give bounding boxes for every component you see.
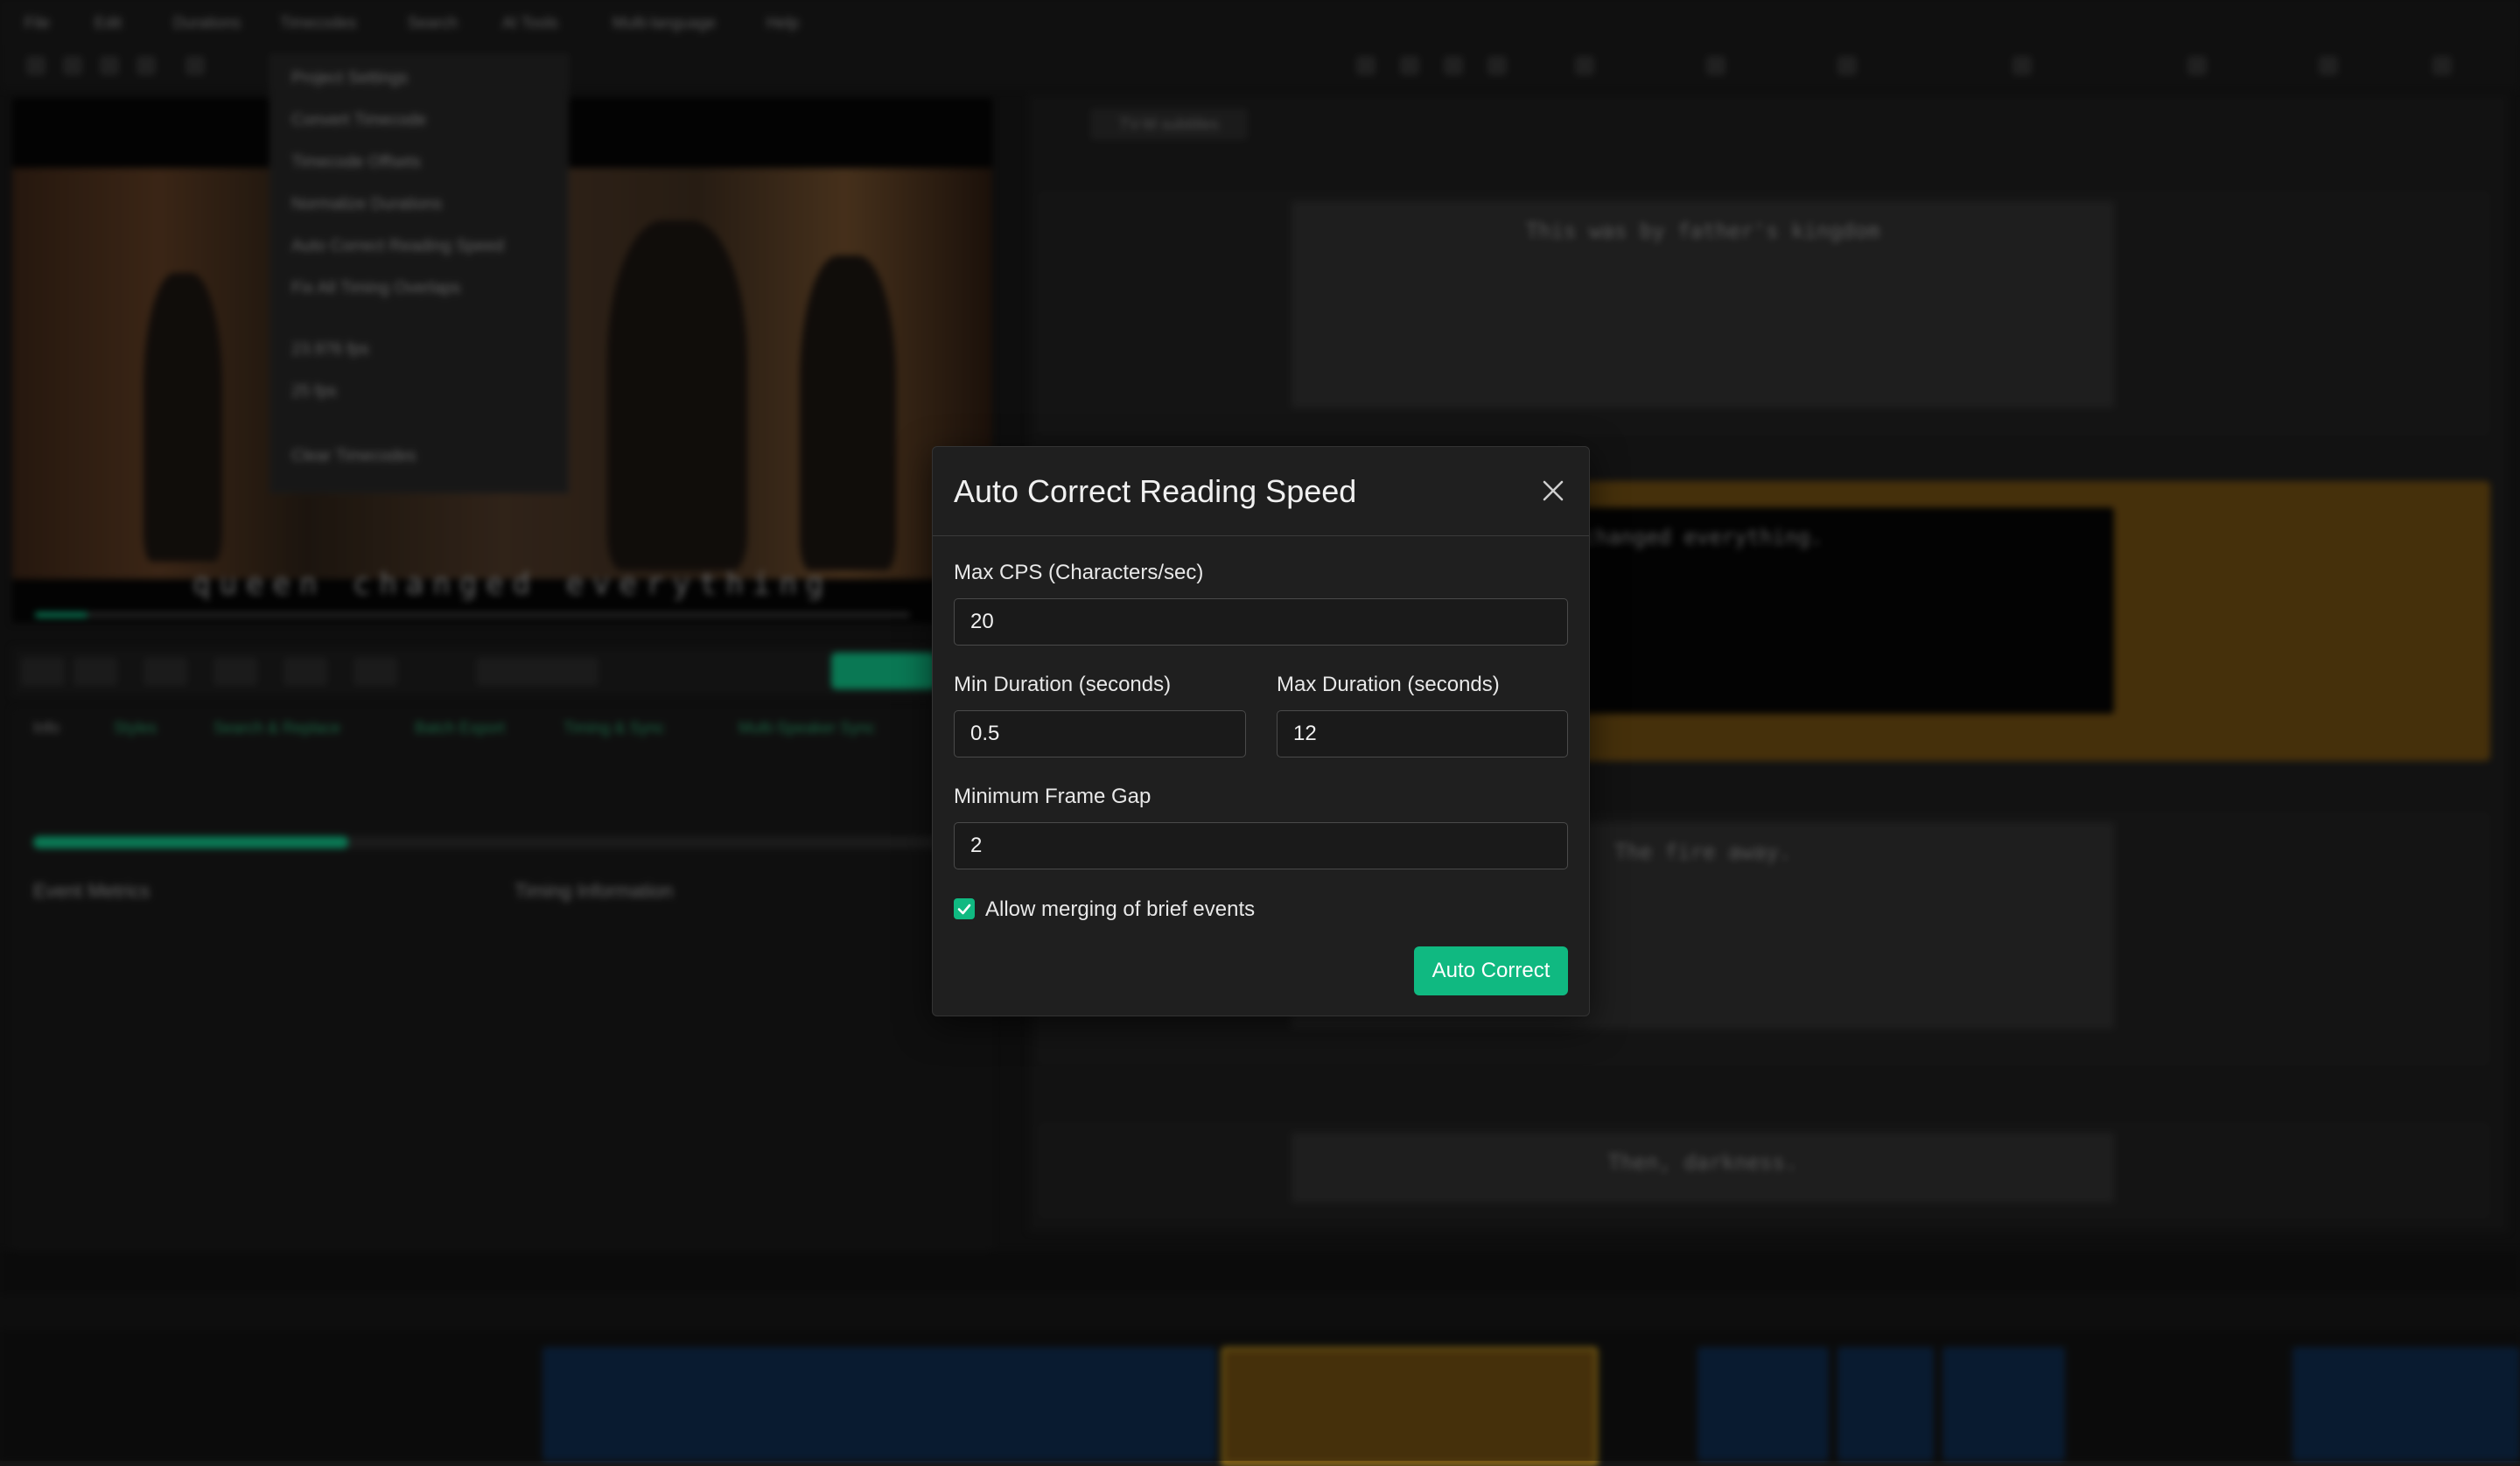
close-icon[interactable] — [1537, 475, 1569, 506]
dialog-title: Auto Correct Reading Speed — [954, 473, 1357, 509]
checkmark-icon — [957, 904, 971, 915]
auto-correct-dialog: Auto Correct Reading Speed Max CPS (Char… — [932, 446, 1590, 1016]
max-duration-input[interactable] — [1277, 710, 1568, 757]
allow-merge-checkbox[interactable] — [954, 898, 975, 919]
auto-correct-button[interactable]: Auto Correct — [1414, 946, 1568, 995]
max-cps-input[interactable] — [954, 598, 1568, 646]
min-duration-label: Min Duration (seconds) — [954, 673, 1172, 696]
max-duration-label: Max Duration (seconds) — [1277, 673, 1500, 696]
allow-merge-label[interactable]: Allow merging of brief events — [985, 897, 1255, 922]
min-frame-gap-input[interactable] — [954, 822, 1568, 869]
max-cps-label: Max CPS (Characters/sec) — [954, 561, 1204, 584]
min-duration-input[interactable] — [954, 710, 1246, 757]
dialog-header: Auto Correct Reading Speed — [933, 447, 1589, 536]
min-frame-gap-label: Minimum Frame Gap — [954, 785, 1152, 808]
